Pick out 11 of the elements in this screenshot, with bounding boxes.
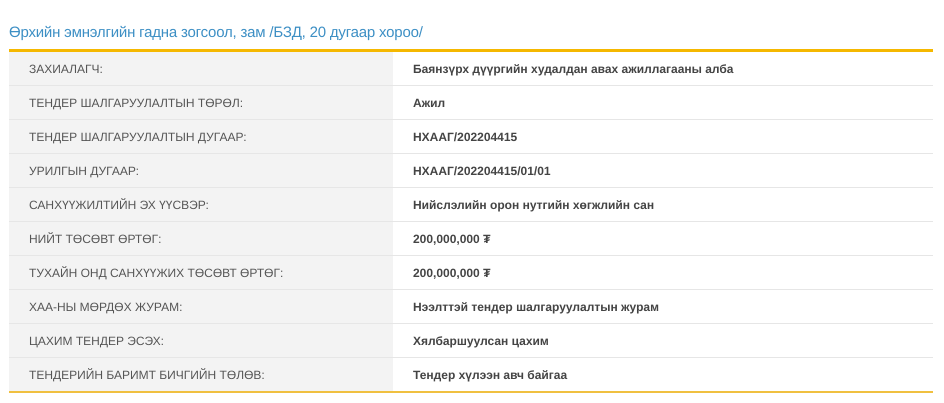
field-label: ТЕНДЕР ШАЛГАРУУЛАЛТЫН ДУГААР: xyxy=(9,120,393,154)
field-label: ТУХАЙН ОНД САНХҮҮЖИХ ТӨСӨВТ ӨРТӨГ: xyxy=(9,256,393,290)
field-label: ТЕНДЕР ШАЛГАРУУЛАЛТЫН ТӨРӨЛ: xyxy=(9,86,393,120)
field-label: ХАА-НЫ МӨРДӨХ ЖУРАМ: xyxy=(9,290,393,324)
field-label: ТЕНДЕРИЙН БАРИМТ БИЧГИЙН ТӨЛӨВ: xyxy=(9,358,393,391)
field-label: САНХҮҮЖИЛТИЙН ЭХ ҮҮСВЭР: xyxy=(9,188,393,222)
field-label: ЦАХИМ ТЕНДЕР ЭСЭХ: xyxy=(9,324,393,358)
field-label: НИЙТ ТӨСӨВТ ӨРТӨГ: xyxy=(9,222,393,256)
page-title: Өрхийн эмнэлгийн гадна зогсоол, зам /БЗД, 20 дугаар хороо/ xyxy=(9,24,424,41)
field-label: ЗАХИАЛАГЧ: xyxy=(9,52,393,86)
field-label: УРИЛГЫН ДУГААР: xyxy=(9,154,393,188)
